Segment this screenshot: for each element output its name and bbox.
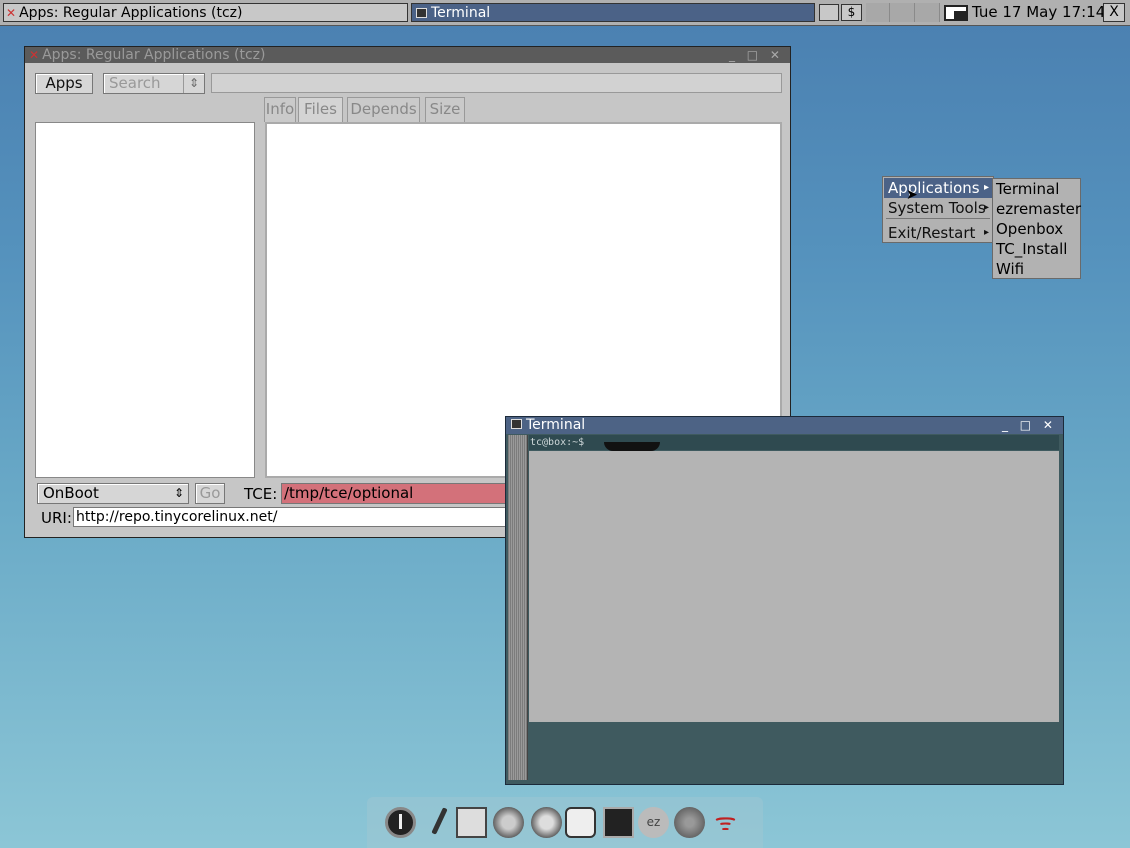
taskbar-item-apps[interactable]: ✕ Apps: Regular Applications (tcz) <box>3 3 408 22</box>
terminal-prompt-line[interactable]: tc@box:~$ <box>529 435 1059 451</box>
terminal-icon[interactable] <box>603 807 634 838</box>
tce-dir-field[interactable]: /tmp/tce/optional <box>281 483 511 504</box>
onboot-select[interactable]: OnBoot ⇕ <box>37 483 189 504</box>
search-mode-label: Search <box>109 74 161 92</box>
submenu-item-ezremaster[interactable]: ezremaster <box>996 199 1081 219</box>
taskbar-item-terminal-label: Terminal <box>431 4 491 21</box>
dock: ez ᯤ <box>367 797 763 848</box>
terminal-artifact <box>604 442 660 451</box>
submenu-item-wifi[interactable]: Wifi <box>996 259 1024 279</box>
terminal-window: Terminal _ □ ✕ tc@box:~$ <box>505 416 1064 785</box>
desktop-menu: Applications ▸ System Tools ▸ Exit/Restart… <box>882 176 994 243</box>
desktop-switch-icon[interactable] <box>944 5 968 21</box>
apps-icon[interactable] <box>493 807 524 838</box>
apps-window-icon: ✕ <box>6 5 17 20</box>
menu-item-exit-restart[interactable]: Exit/Restart ▸ <box>884 223 992 243</box>
mouse-cursor-icon: ➤ <box>906 187 918 203</box>
apps-button[interactable]: Apps <box>35 73 93 94</box>
submenu-arrow-icon: ▸ <box>983 202 989 213</box>
submenu-item-tc-install[interactable]: TC_Install <box>996 239 1067 259</box>
top-panel: ✕ Apps: Regular Applications (tcz) Termi… <box>0 0 1130 26</box>
apps-window-controls[interactable]: _ □ ✕ <box>729 47 784 63</box>
paintbrush-icon[interactable] <box>424 807 455 838</box>
tce-label: TCE: <box>244 485 278 503</box>
clock: Tue 17 May 17:14 <box>972 3 1106 21</box>
search-select-arrow-icon[interactable]: ⇕ <box>183 74 204 93</box>
terminal-titlebar[interactable]: Terminal _ □ ✕ <box>506 417 1063 434</box>
terminal-titlebar-icon <box>511 419 522 429</box>
menu-separator <box>886 218 990 219</box>
submenu-arrow-icon: ▸ <box>983 227 989 238</box>
panel-close-button[interactable]: X <box>1103 3 1125 22</box>
tray-button-1[interactable] <box>819 4 839 21</box>
submenu-arrow-icon: ▸ <box>983 182 989 193</box>
apps-window-titlebar[interactable]: ✕ Apps: Regular Applications (tcz) _ □ ✕ <box>25 47 790 63</box>
menu-item-applications[interactable]: Applications ▸ <box>884 178 992 198</box>
tray-separator <box>866 3 940 22</box>
terminal-prompt: tc@box:~$ <box>530 437 585 448</box>
menu-item-exit-restart-label: Exit/Restart <box>888 224 976 242</box>
terminal-title: Terminal <box>526 417 586 433</box>
apps-titlebar-icon: ✕ <box>29 48 40 62</box>
wifi-icon[interactable]: ᯤ <box>710 807 741 838</box>
tray-button-dollar[interactable]: $ <box>841 4 862 21</box>
power-icon[interactable] <box>385 807 416 838</box>
select-arrow-icon: ⇕ <box>173 486 184 500</box>
taskbar-item-apps-label: Apps: Regular Applications (tcz) <box>19 4 243 21</box>
submenu-item-terminal[interactable]: Terminal <box>996 179 1059 199</box>
apps-window-title: Apps: Regular Applications (tcz) <box>42 47 266 63</box>
menu-item-system-tools[interactable]: System Tools ▸ <box>884 198 992 218</box>
tab-depends[interactable]: Depends <box>347 97 420 122</box>
tce-load-icon[interactable] <box>565 807 596 838</box>
cd-icon[interactable] <box>674 807 705 838</box>
extension-list[interactable] <box>35 122 255 478</box>
tab-size[interactable]: Size <box>425 97 465 122</box>
run-icon[interactable] <box>531 807 562 838</box>
tab-files[interactable]: Files <box>298 97 343 122</box>
onboot-select-label: OnBoot <box>43 484 99 502</box>
terminal-window-controls[interactable]: _ □ ✕ <box>1002 417 1057 434</box>
terminal-screen[interactable] <box>529 451 1059 722</box>
applications-submenu: Terminal ezremaster Openbox TC_Install W… <box>992 178 1081 279</box>
menu-item-system-tools-label: System Tools <box>888 199 986 217</box>
terminal-window-icon <box>416 7 427 18</box>
taskbar-item-terminal[interactable]: Terminal <box>411 3 815 22</box>
tab-info[interactable]: Info <box>264 97 296 122</box>
submenu-item-openbox[interactable]: Openbox <box>996 219 1063 239</box>
uri-field[interactable]: http://repo.tinycorelinux.net/ <box>73 507 511 527</box>
control-panel-icon[interactable] <box>456 807 487 838</box>
search-input[interactable] <box>211 73 782 93</box>
ezremaster-icon[interactable]: ez <box>638 807 669 838</box>
terminal-scrollbar[interactable] <box>508 435 528 780</box>
uri-label: URI: <box>41 509 72 527</box>
menu-item-applications-label: Applications <box>888 179 980 197</box>
go-button[interactable]: Go <box>195 483 225 504</box>
